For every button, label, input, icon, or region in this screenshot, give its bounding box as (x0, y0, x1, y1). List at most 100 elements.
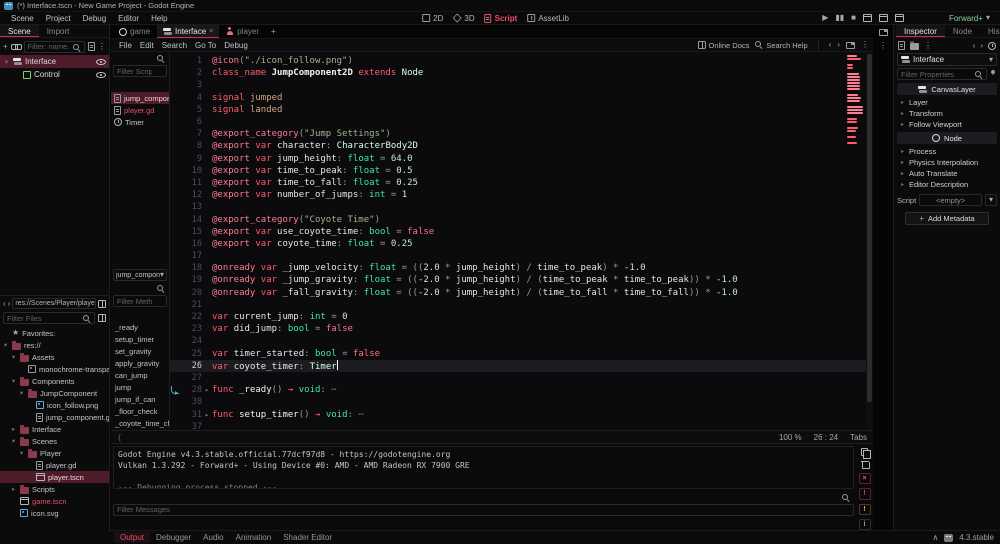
code-line-6[interactable]: 6 (170, 116, 873, 128)
tree-arrow-icon[interactable]: ▾ (18, 389, 25, 397)
code-line-20[interactable]: 20 @onready var _fall_gravity: float = ((… (170, 287, 873, 299)
bottom-tab-shader-editor[interactable]: Shader Editor (277, 532, 338, 543)
code-line-24[interactable]: 24 (170, 335, 873, 347)
tree-arrow-icon[interactable]: ▸ (10, 425, 17, 433)
script-menu-go-to[interactable]: Go To (191, 40, 220, 51)
workspace-tab-2d[interactable]: 2D (422, 14, 443, 23)
fs-sort-icon[interactable] (98, 314, 106, 322)
workspace-tab-assetlib[interactable]: AssetLib (527, 14, 569, 23)
code-line-30[interactable]: 30 (170, 396, 873, 408)
fs-item-icon-svg[interactable]: icon.svg (0, 507, 109, 519)
bottom-tab-debugger[interactable]: Debugger (150, 532, 197, 543)
method-item-jump[interactable]: jump (111, 382, 169, 394)
fs-item-res[interactable]: ▾ res:// (0, 339, 109, 351)
scene-tab-interface[interactable]: Interface × (157, 25, 220, 38)
inspector-group-layer[interactable]: ▸ Layer (897, 97, 997, 108)
indent-type[interactable]: Tabs (850, 433, 867, 442)
method-item-floor-check[interactable]: _floor_check (111, 406, 169, 418)
fold-icon[interactable]: ▸ (202, 386, 212, 394)
code-line-10[interactable]: 10 @export var time_to_peak: float = 0.5 (170, 165, 873, 177)
script-history-forward-icon[interactable]: › (837, 41, 840, 49)
new-resource-icon[interactable] (898, 41, 905, 50)
search-help-button[interactable]: Search Help (755, 41, 808, 50)
bottom-tab-animation[interactable]: Animation (230, 532, 278, 543)
play-scene-button[interactable] (863, 14, 872, 22)
bottom-tab-audio[interactable]: Audio (197, 532, 229, 543)
script-editor-menu-icon[interactable]: ⋮ (861, 41, 869, 49)
toggle-messages-icon[interactable]: ! (858, 503, 871, 515)
script-item-timer[interactable]: Timer (111, 116, 169, 128)
history-forward-icon[interactable]: › (980, 41, 983, 50)
inspector-group-transform[interactable]: ▸ Transform (897, 108, 997, 119)
code-line-23[interactable]: 23 var did_jump: bool = false (170, 323, 873, 335)
tree-arrow-icon[interactable]: ▾ (3, 58, 10, 66)
script-property-value[interactable]: <empty> (919, 194, 982, 206)
pause-button[interactable]: ▮▮ (835, 14, 844, 22)
fs-forward-icon[interactable]: › (8, 299, 11, 308)
method-item-setup-timer[interactable]: setup_timer (111, 334, 169, 346)
toggle-warnings-icon[interactable]: ! (858, 488, 871, 500)
fs-item-player-gd[interactable]: player.gd (0, 459, 109, 471)
code-line-3[interactable]: 3 (170, 79, 873, 91)
line-col-indicator[interactable]: 26 : 24 (814, 433, 838, 442)
inspector-tab-node[interactable]: Node (945, 25, 980, 37)
scene-tree-node-interface[interactable]: ▾ Interface (0, 55, 109, 68)
tree-arrow-icon[interactable]: ▾ (10, 353, 17, 361)
tree-arrow-icon[interactable]: ▾ (10, 377, 17, 385)
workspace-tab-script[interactable]: Script (484, 13, 517, 23)
script-item-player-gd[interactable]: player.gd (111, 104, 169, 116)
toggle-info-icon[interactable]: i (858, 518, 871, 530)
fs-item-scripts[interactable]: ▸ Scripts (0, 483, 109, 495)
resource-options-icon[interactable]: ⋮ (924, 41, 932, 50)
code-line-4[interactable]: 4 signal jumped (170, 92, 873, 104)
method-item-can-jump[interactable]: can_jump (111, 370, 169, 382)
zoom-level[interactable]: 100 % (779, 433, 802, 442)
script-item-jump-compone[interactable]: jump_compone.. (111, 92, 169, 104)
play-button[interactable]: ▶ (822, 14, 828, 22)
distraction-free-icon[interactable] (878, 29, 888, 36)
group-expand-icon[interactable]: ▸ (899, 99, 906, 106)
new-scene-tab-button[interactable]: + (266, 25, 281, 38)
code-line-16[interactable]: 16 @export var coyote_time: float = 0.25 (170, 238, 873, 250)
code-line-19[interactable]: 19 @onready var _jump_gravity: float = ((… (170, 274, 873, 286)
menu-scene[interactable]: Scene (6, 13, 39, 24)
fs-item-player-tscn[interactable]: player.tscn (0, 471, 109, 483)
inspector-group-physics-interpolation[interactable]: ▸ Physics Interpolation (897, 157, 997, 168)
group-expand-icon[interactable]: ▸ (899, 121, 906, 128)
code-line-5[interactable]: 5 signal landed (170, 104, 873, 116)
method-item-ready[interactable]: _ready (111, 322, 169, 334)
engine-version[interactable]: 4.3.stable (959, 533, 994, 542)
script-menu-debug[interactable]: Debug (220, 40, 252, 51)
filter-scripts-input[interactable] (113, 65, 167, 77)
visibility-eye-icon[interactable] (96, 57, 106, 66)
scene-tab-game[interactable]: game (113, 25, 156, 38)
fold-icon[interactable]: ▸ (202, 411, 212, 419)
tree-arrow-icon[interactable]: ▾ (18, 449, 25, 457)
bottom-tab-output[interactable]: Output (114, 532, 151, 543)
code-line-28[interactable]: 28 ▸ func _ready() → void: ⋯ (170, 384, 873, 396)
connection-icon[interactable] (171, 386, 179, 396)
code-line-2[interactable]: 2 class_name JumpComponent2D extends Node (170, 67, 873, 79)
code-line-27[interactable]: 27 (170, 372, 873, 384)
fs-item-game-tscn[interactable]: game.tscn (0, 495, 109, 507)
close-tab-icon[interactable]: × (209, 28, 213, 35)
inspector-group-editor-description[interactable]: ▸ Editor Description (897, 179, 997, 190)
edit-history-icon[interactable] (988, 41, 996, 50)
current-script-selector[interactable]: jump_componen.. ▾ (113, 269, 167, 281)
scene-tab-player[interactable]: player (220, 25, 265, 38)
add-metadata-button[interactable]: + Add Metadata (905, 212, 989, 225)
code-line-31[interactable]: 31 ▸ func setup_timer() → void: ⋯ (170, 408, 873, 420)
code-line-17[interactable]: 17 (170, 250, 873, 262)
workspace-tab-3d[interactable]: 3D (452, 13, 475, 23)
fs-item-scenes[interactable]: ▾ Scenes (0, 435, 109, 447)
scene-tree-node-control[interactable]: Control (0, 68, 109, 81)
instance-scene-icon[interactable] (10, 43, 22, 50)
inspected-object-selector[interactable]: Interface ▾ (897, 53, 997, 66)
code-minimap[interactable] (847, 55, 864, 148)
method-item-apply-gravity[interactable]: apply_gravity (111, 358, 169, 370)
attach-script-icon[interactable] (88, 42, 95, 51)
fs-back-icon[interactable]: ‹ (3, 299, 6, 308)
group-expand-icon[interactable]: ▸ (899, 148, 906, 155)
menu-debug[interactable]: Debug (78, 13, 112, 24)
add-node-icon[interactable]: + (3, 42, 8, 51)
